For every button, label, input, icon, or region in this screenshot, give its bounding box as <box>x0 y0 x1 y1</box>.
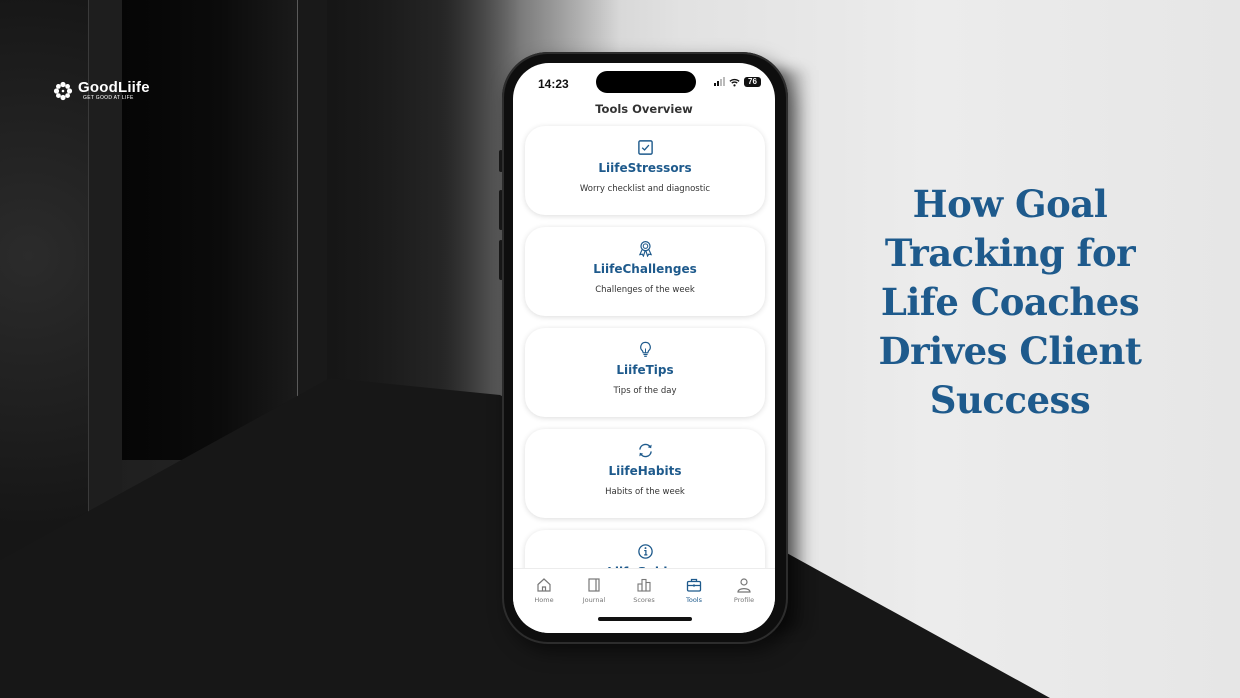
tab-label: Home <box>534 596 554 604</box>
card-title: LiifeTips <box>616 363 674 377</box>
card-title: LiifeHabits <box>608 464 682 478</box>
tab-label: Profile <box>733 596 755 604</box>
info-icon <box>637 544 653 559</box>
headline-line: Drives Client <box>878 329 1142 373</box>
headline-line: Tracking for <box>884 231 1136 275</box>
tool-card-liifehabits[interactable]: LiifeHabits Habits of the week <box>525 429 765 518</box>
tab-journal[interactable]: Journal <box>570 577 618 633</box>
signal-icon <box>714 77 725 86</box>
card-description: Worry checklist and diagnostic <box>579 184 711 194</box>
briefcase-icon <box>686 578 702 592</box>
status-time: 14:23 <box>538 77 569 91</box>
tab-tools[interactable]: Tools <box>670 577 718 633</box>
tab-home[interactable]: Home <box>520 577 568 633</box>
profile-icon <box>737 578 751 593</box>
brand-logo: GoodLiife GET GOOD AT LIFE <box>53 80 150 101</box>
headline-line: How Goal <box>912 182 1108 226</box>
flower-icon <box>53 81 73 100</box>
brand-name: GoodLiife <box>78 79 150 96</box>
tool-card-liifechallenges[interactable]: LiifeChallenges Challenges of the week <box>525 227 765 316</box>
home-indicator[interactable] <box>598 617 692 621</box>
tool-card-liifestressors[interactable]: LiifeStressors Worry checklist and diagn… <box>525 126 765 215</box>
bar-chart-icon <box>637 578 651 592</box>
phone-screen: 14:23 76 Tools Overview LiifeStressors W… <box>513 63 775 633</box>
card-description: Habits of the week <box>605 487 685 497</box>
tab-label: Scores <box>633 596 655 604</box>
tools-list: LiifeStressors Worry checklist and diagn… <box>525 126 765 602</box>
tool-card-liifetips[interactable]: LiifeTips Tips of the day <box>525 328 765 417</box>
card-title: LiifeStressors <box>598 161 692 175</box>
dynamic-island <box>596 71 696 93</box>
shelf-inner-panel <box>122 0 300 460</box>
brand-tagline: GET GOOD AT LIFE <box>83 95 134 101</box>
card-title: LiifeChallenges <box>593 262 697 276</box>
tab-label: Tools <box>685 596 702 604</box>
wifi-icon <box>729 78 740 86</box>
card-description: Challenges of the week <box>595 285 695 295</box>
tab-label: Journal <box>582 596 606 604</box>
card-description: Tips of the day <box>613 386 677 396</box>
page-title: Tools Overview <box>595 102 693 116</box>
refresh-icon <box>638 443 652 458</box>
headline-line: Life Coaches <box>880 280 1140 324</box>
home-icon <box>537 578 551 592</box>
status-icons: 76 <box>714 77 761 87</box>
tab-profile[interactable]: Profile <box>720 577 768 633</box>
bottom-tab-bar: Home Journal Scores Tools Profile <box>513 568 775 633</box>
headline-line: Success <box>929 378 1091 422</box>
headline: How Goal Tracking for Life Coaches Drive… <box>845 180 1175 425</box>
journal-icon <box>588 578 600 592</box>
status-bar: 14:23 76 <box>513 63 775 101</box>
award-ribbon-icon <box>638 240 652 257</box>
checkbox-icon <box>637 140 653 155</box>
tab-scores[interactable]: Scores <box>620 577 668 633</box>
battery-icon: 76 <box>744 77 761 87</box>
lightbulb-icon <box>639 341 651 357</box>
